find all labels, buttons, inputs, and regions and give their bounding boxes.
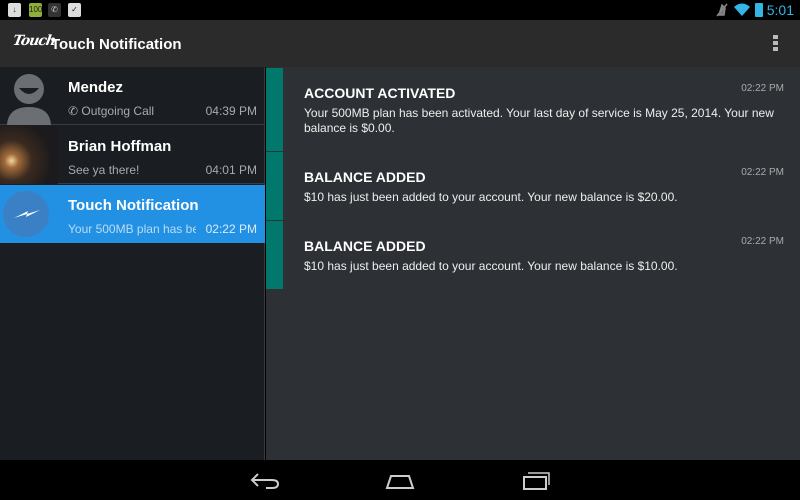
- avatar-photo: [0, 126, 58, 184]
- contact-name: Mendez: [68, 79, 124, 96]
- download-icon: ↓: [8, 3, 21, 17]
- status-bar: ↓ 100 ✆ ✓ 5:01: [0, 0, 800, 20]
- timestamp: 04:01 PM: [205, 163, 257, 177]
- message-title: BALANCE ADDED: [304, 238, 426, 254]
- avatar: [0, 67, 58, 125]
- last-message: ✆ Outgoing Call: [68, 104, 155, 118]
- avatar: [0, 185, 58, 243]
- battery-icon: [755, 3, 763, 17]
- message-time: 02:22 PM: [741, 236, 784, 247]
- back-icon[interactable]: [250, 470, 280, 490]
- wifi-icon: [734, 3, 750, 16]
- last-message: See ya there!: [68, 163, 140, 177]
- contact-name: Brian Hoffman: [68, 138, 172, 155]
- message-indicator: [266, 68, 283, 151]
- outgoing-call-icon: ✆: [68, 104, 82, 118]
- conversation-item-touch-notification[interactable]: Touch Notification Your 500MB plan has b…: [0, 185, 265, 243]
- recent-apps-icon[interactable]: [520, 470, 550, 490]
- action-bar: Touch Touch Notification: [0, 20, 800, 67]
- message-indicator: [266, 221, 283, 289]
- message-time: 02:22 PM: [741, 83, 784, 94]
- conversation-list: Mendez ✆ Outgoing Call 04:39 PM Brian Ho…: [0, 67, 265, 460]
- message-indicator: [266, 152, 283, 220]
- missed-call-icon: ✆: [48, 3, 61, 17]
- conversation-item-brian-hoffman[interactable]: Brian Hoffman See ya there! 04:01 PM: [0, 126, 265, 184]
- last-message: Your 500MB plan has been activated.: [68, 222, 196, 236]
- more-vert-icon[interactable]: [773, 35, 778, 53]
- timestamp: 02:22 PM: [205, 222, 257, 236]
- home-icon[interactable]: [385, 470, 415, 490]
- message-card: BALANCE ADDED $10 has just been added to…: [266, 221, 800, 289]
- app-title: Touch Notification: [51, 36, 182, 53]
- android-battery-icon: 100: [29, 3, 42, 17]
- message-time: 02:22 PM: [741, 167, 784, 178]
- message-body: $10 has just been added to your account.…: [304, 259, 678, 273]
- message-card: ACCOUNT ACTIVATED Your 500MB plan has be…: [266, 68, 800, 151]
- message-title: ACCOUNT ACTIVATED: [304, 85, 456, 101]
- conversation-item-mendez[interactable]: Mendez ✆ Outgoing Call 04:39 PM: [0, 67, 265, 125]
- message-body: Your 500MB plan has been activated. Your…: [304, 106, 774, 135]
- contact-name: Touch Notification: [68, 197, 199, 214]
- message-body: $10 has just been added to your account.…: [304, 190, 678, 204]
- app-logo[interactable]: Touch: [12, 33, 57, 49]
- message-card: BALANCE ADDED $10 has just been added to…: [266, 152, 800, 220]
- message-thread: ACCOUNT ACTIVATED Your 500MB plan has be…: [266, 67, 800, 460]
- timestamp: 04:39 PM: [205, 104, 257, 118]
- clipboard-check-icon: ✓: [68, 3, 81, 17]
- clock: 5:01: [766, 2, 794, 18]
- message-title: BALANCE ADDED: [304, 169, 426, 185]
- navigation-bar: [0, 460, 800, 500]
- mute-icon: [716, 3, 728, 17]
